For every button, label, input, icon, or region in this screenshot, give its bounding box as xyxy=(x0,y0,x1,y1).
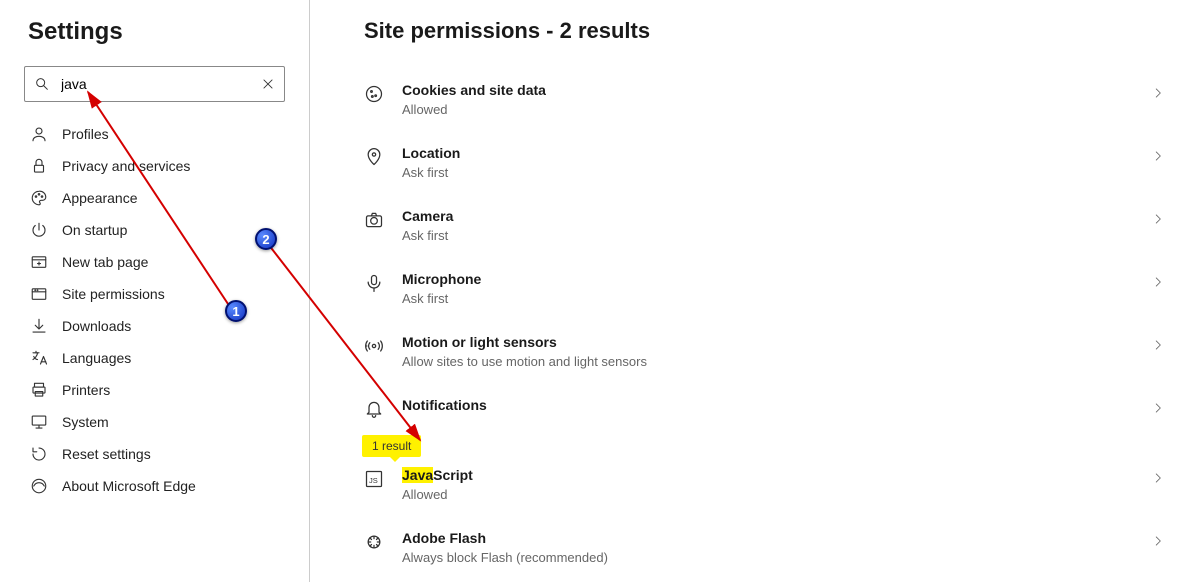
printer-icon xyxy=(30,381,48,399)
perm-title: Adobe Flash xyxy=(402,530,1151,546)
search-icon xyxy=(34,76,50,92)
reset-icon xyxy=(30,445,48,463)
svg-text:JS: JS xyxy=(369,476,378,485)
nav-label: System xyxy=(62,414,109,430)
nav-label: On startup xyxy=(62,222,127,238)
nav-appearance[interactable]: Appearance xyxy=(24,182,285,214)
siteperm-icon xyxy=(30,285,48,303)
nav-profiles[interactable]: Profiles xyxy=(24,118,285,150)
perm-microphone[interactable]: Microphone Ask first xyxy=(364,257,1169,320)
nav-label: Reset settings xyxy=(62,446,151,462)
chevron-right-icon xyxy=(1151,86,1165,100)
search-input[interactable] xyxy=(24,66,285,102)
perm-motion[interactable]: Motion or light sensors Allow sites to u… xyxy=(364,320,1169,383)
annotation-marker-2: 2 xyxy=(255,228,277,250)
nav-printers[interactable]: Printers xyxy=(24,374,285,406)
system-icon xyxy=(30,413,48,431)
perm-title: Microphone xyxy=(402,271,1151,287)
edge-icon xyxy=(30,477,48,495)
download-icon xyxy=(30,317,48,335)
nav-label: Printers xyxy=(62,382,110,398)
perm-flash[interactable]: Adobe Flash Always block Flash (recommen… xyxy=(364,516,1169,579)
palette-icon xyxy=(30,189,48,207)
nav-newtab[interactable]: New tab page xyxy=(24,246,285,278)
nav-startup[interactable]: On startup xyxy=(24,214,285,246)
chevron-right-icon xyxy=(1151,149,1165,163)
perm-sub: Ask first xyxy=(402,228,1151,243)
nav-label: Appearance xyxy=(62,190,138,206)
perm-title: Cookies and site data xyxy=(402,82,1151,98)
power-icon xyxy=(30,221,48,239)
clear-search-icon[interactable] xyxy=(261,77,275,91)
nav-label: About Microsoft Edge xyxy=(62,478,196,494)
page-title: Site permissions - 2 results xyxy=(364,18,1169,44)
perm-sub: Allow sites to use motion and light sens… xyxy=(402,354,1151,369)
nav-about[interactable]: About Microsoft Edge xyxy=(24,470,285,502)
nav-label: New tab page xyxy=(62,254,148,270)
search-container xyxy=(24,66,285,102)
nav-reset[interactable]: Reset settings xyxy=(24,438,285,470)
nav-label: Downloads xyxy=(62,318,131,334)
nav-privacy[interactable]: Privacy and services xyxy=(24,150,285,182)
perm-sub: Always block Flash (recommended) xyxy=(402,550,1151,565)
perm-notifications[interactable]: Notifications xyxy=(364,383,1169,433)
perm-cookies[interactable]: Cookies and site data Allowed xyxy=(364,68,1169,131)
perm-title: Notifications xyxy=(402,397,1151,413)
location-icon xyxy=(364,147,384,167)
perm-sub: Ask first xyxy=(402,165,1151,180)
perm-javascript[interactable]: JS JavaScript Allowed xyxy=(364,453,1169,516)
cookie-icon xyxy=(364,84,384,104)
flash-icon xyxy=(364,532,384,552)
lock-icon xyxy=(30,157,48,175)
languages-icon xyxy=(30,349,48,367)
perm-sub: Allowed xyxy=(402,487,1151,502)
perm-title: Camera xyxy=(402,208,1151,224)
settings-sidebar: Settings Profiles Privacy and services A… xyxy=(0,0,310,582)
nav-label: Profiles xyxy=(62,126,109,142)
nav-system[interactable]: System xyxy=(24,406,285,438)
newtab-icon xyxy=(30,253,48,271)
camera-icon xyxy=(364,210,384,230)
nav-languages[interactable]: Languages xyxy=(24,342,285,374)
chevron-right-icon xyxy=(1151,401,1165,415)
chevron-right-icon xyxy=(1151,338,1165,352)
nav-label: Languages xyxy=(62,350,131,366)
chevron-right-icon xyxy=(1151,534,1165,548)
chevron-right-icon xyxy=(1151,275,1165,289)
perm-title: JavaScript xyxy=(402,467,1151,483)
nav-label: Site permissions xyxy=(62,286,165,302)
bell-icon xyxy=(364,399,384,419)
person-icon xyxy=(30,125,48,143)
chevron-right-icon xyxy=(1151,212,1165,226)
perm-location[interactable]: Location Ask first xyxy=(364,131,1169,194)
chevron-right-icon xyxy=(1151,471,1165,485)
nav-label: Privacy and services xyxy=(62,158,190,174)
settings-title: Settings xyxy=(28,18,285,46)
annotation-marker-1: 1 xyxy=(225,300,247,322)
perm-sub: Allowed xyxy=(402,102,1151,117)
microphone-icon xyxy=(364,273,384,293)
perm-camera[interactable]: Camera Ask first xyxy=(364,194,1169,257)
search-highlight: Java xyxy=(402,467,433,483)
motion-icon xyxy=(364,336,384,356)
perm-title: Location xyxy=(402,145,1151,161)
perm-title: Motion or light sensors xyxy=(402,334,1151,350)
js-icon: JS xyxy=(364,469,384,489)
perm-sub: Ask first xyxy=(402,291,1151,306)
main-content: Site permissions - 2 results Cookies and… xyxy=(310,0,1179,582)
